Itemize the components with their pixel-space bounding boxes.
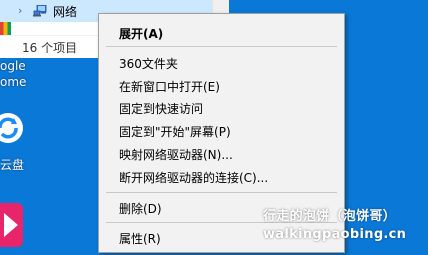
nav-item-label: 网络 [53, 5, 78, 19]
menu-item-expand[interactable]: 展开(A) [119, 25, 163, 42]
item-count: 16 个项目 [22, 41, 78, 55]
desktop-icon-label-chrome-1: ogle [0, 59, 26, 73]
app-icon[interactable] [0, 203, 24, 247]
menu-item-pin-quick-access[interactable]: 固定到快速访问 [119, 100, 203, 117]
chevron-right-icon[interactable]: › [18, 4, 22, 17]
watermark-line2: walkingpaobing.cn [263, 227, 407, 242]
menu-separator [106, 46, 337, 47]
menu-item-disconnect-drive[interactable]: 断开网络驱动器的连接(C)... [119, 169, 268, 186]
watermark-line1: 行走的泡饼（泡饼哥） [263, 209, 397, 224]
menu-item-360-folder[interactable]: 360文件夹 [119, 55, 178, 72]
menu-item-map-drive[interactable]: 映射网络驱动器(N)... [119, 146, 233, 163]
menu-item-properties[interactable]: 属性(R) [119, 230, 161, 247]
menu-item-pin-start[interactable]: 固定到"开始"屏幕(P) [119, 123, 231, 140]
network-icon [33, 5, 47, 17]
menu-item-open-new-window[interactable]: 在新窗口中打开(E) [119, 78, 220, 95]
menu-separator [106, 192, 337, 193]
desktop-icon-label-chrome-2: ome [0, 75, 27, 89]
menu-item-delete[interactable]: 删除(D) [119, 200, 162, 217]
cloud-sync-icon[interactable] [0, 108, 26, 148]
chrome-icon-partial [0, 22, 11, 35]
desktop-icon-label-cloud: 云盘 [0, 158, 25, 172]
